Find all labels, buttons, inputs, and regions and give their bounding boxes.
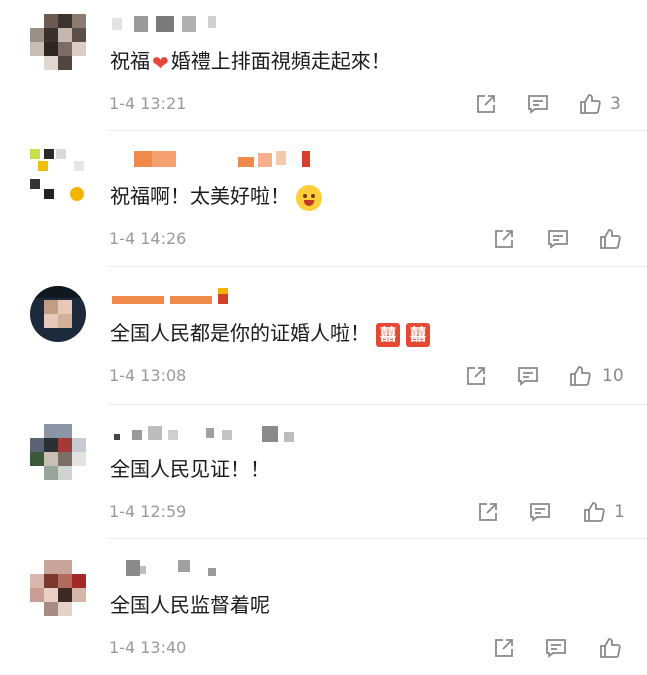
avatar[interactable] (30, 149, 86, 205)
comment-item: 全国人民都是你的证婚人啦！囍囍 1-4 13:08 10 (0, 266, 647, 406)
comment-text: 全国人民见证！！ (110, 457, 270, 481)
like-icon[interactable] (598, 636, 622, 660)
like-icon[interactable] (578, 92, 602, 116)
divider (108, 130, 647, 131)
comment-icon[interactable] (516, 364, 540, 388)
like-count: 10 (602, 366, 624, 386)
comment-time: 1-4 13:08 (109, 366, 187, 385)
like-icon[interactable] (598, 227, 622, 251)
comment-icon[interactable] (528, 500, 552, 524)
share-icon[interactable] (492, 636, 516, 660)
double-happiness-icon: 囍 (376, 322, 400, 347)
comment-time: 1-4 14:26 (109, 229, 187, 248)
comment-time: 1-4 13:40 (109, 638, 187, 657)
username-blurred[interactable] (112, 560, 232, 576)
comment-icon[interactable] (526, 92, 550, 116)
username-blurred[interactable] (112, 16, 222, 32)
comment-text: 全国人民都是你的证婚人啦！囍囍 (110, 320, 430, 347)
comment-item: 祝福啊！太美好啦！ 1-4 14:26 (0, 135, 647, 266)
username-blurred[interactable] (112, 288, 252, 304)
username-blurred[interactable] (112, 151, 312, 167)
like-icon[interactable] (582, 500, 606, 524)
comment-item: 全国人民监督着呢 1-4 13:40 (0, 538, 647, 675)
comment-time: 1-4 12:59 (109, 502, 187, 521)
heart-icon: ❤ (152, 50, 169, 75)
share-icon[interactable] (464, 364, 488, 388)
avatar[interactable] (30, 286, 86, 342)
avatar[interactable] (30, 424, 86, 480)
like-count: 1 (614, 502, 625, 522)
username-blurred[interactable] (112, 426, 312, 442)
share-icon[interactable] (492, 227, 516, 251)
double-happiness-icon: 囍 (406, 322, 430, 347)
comment-icon[interactable] (546, 227, 570, 251)
share-icon[interactable] (474, 92, 498, 116)
excited-face-icon (296, 184, 322, 211)
comment-time: 1-4 13:21 (109, 94, 187, 113)
comment-item: 祝福 ❤ 婚禮上排面視頻走起來！ 1-4 13:21 3 (0, 0, 647, 135)
avatar[interactable] (30, 560, 86, 616)
comment-icon[interactable] (544, 636, 568, 660)
like-icon[interactable] (568, 364, 592, 388)
comment-text: 全国人民监督着呢 (110, 593, 270, 617)
like-count: 3 (610, 94, 621, 114)
comment-item: 全国人民见证！！ 1-4 12:59 1 (0, 404, 647, 538)
avatar[interactable] (30, 14, 86, 70)
comment-text: 祝福 ❤ 婚禮上排面視頻走起來！ (110, 49, 391, 75)
share-icon[interactable] (476, 500, 500, 524)
comment-text: 祝福啊！太美好啦！ (110, 183, 322, 211)
